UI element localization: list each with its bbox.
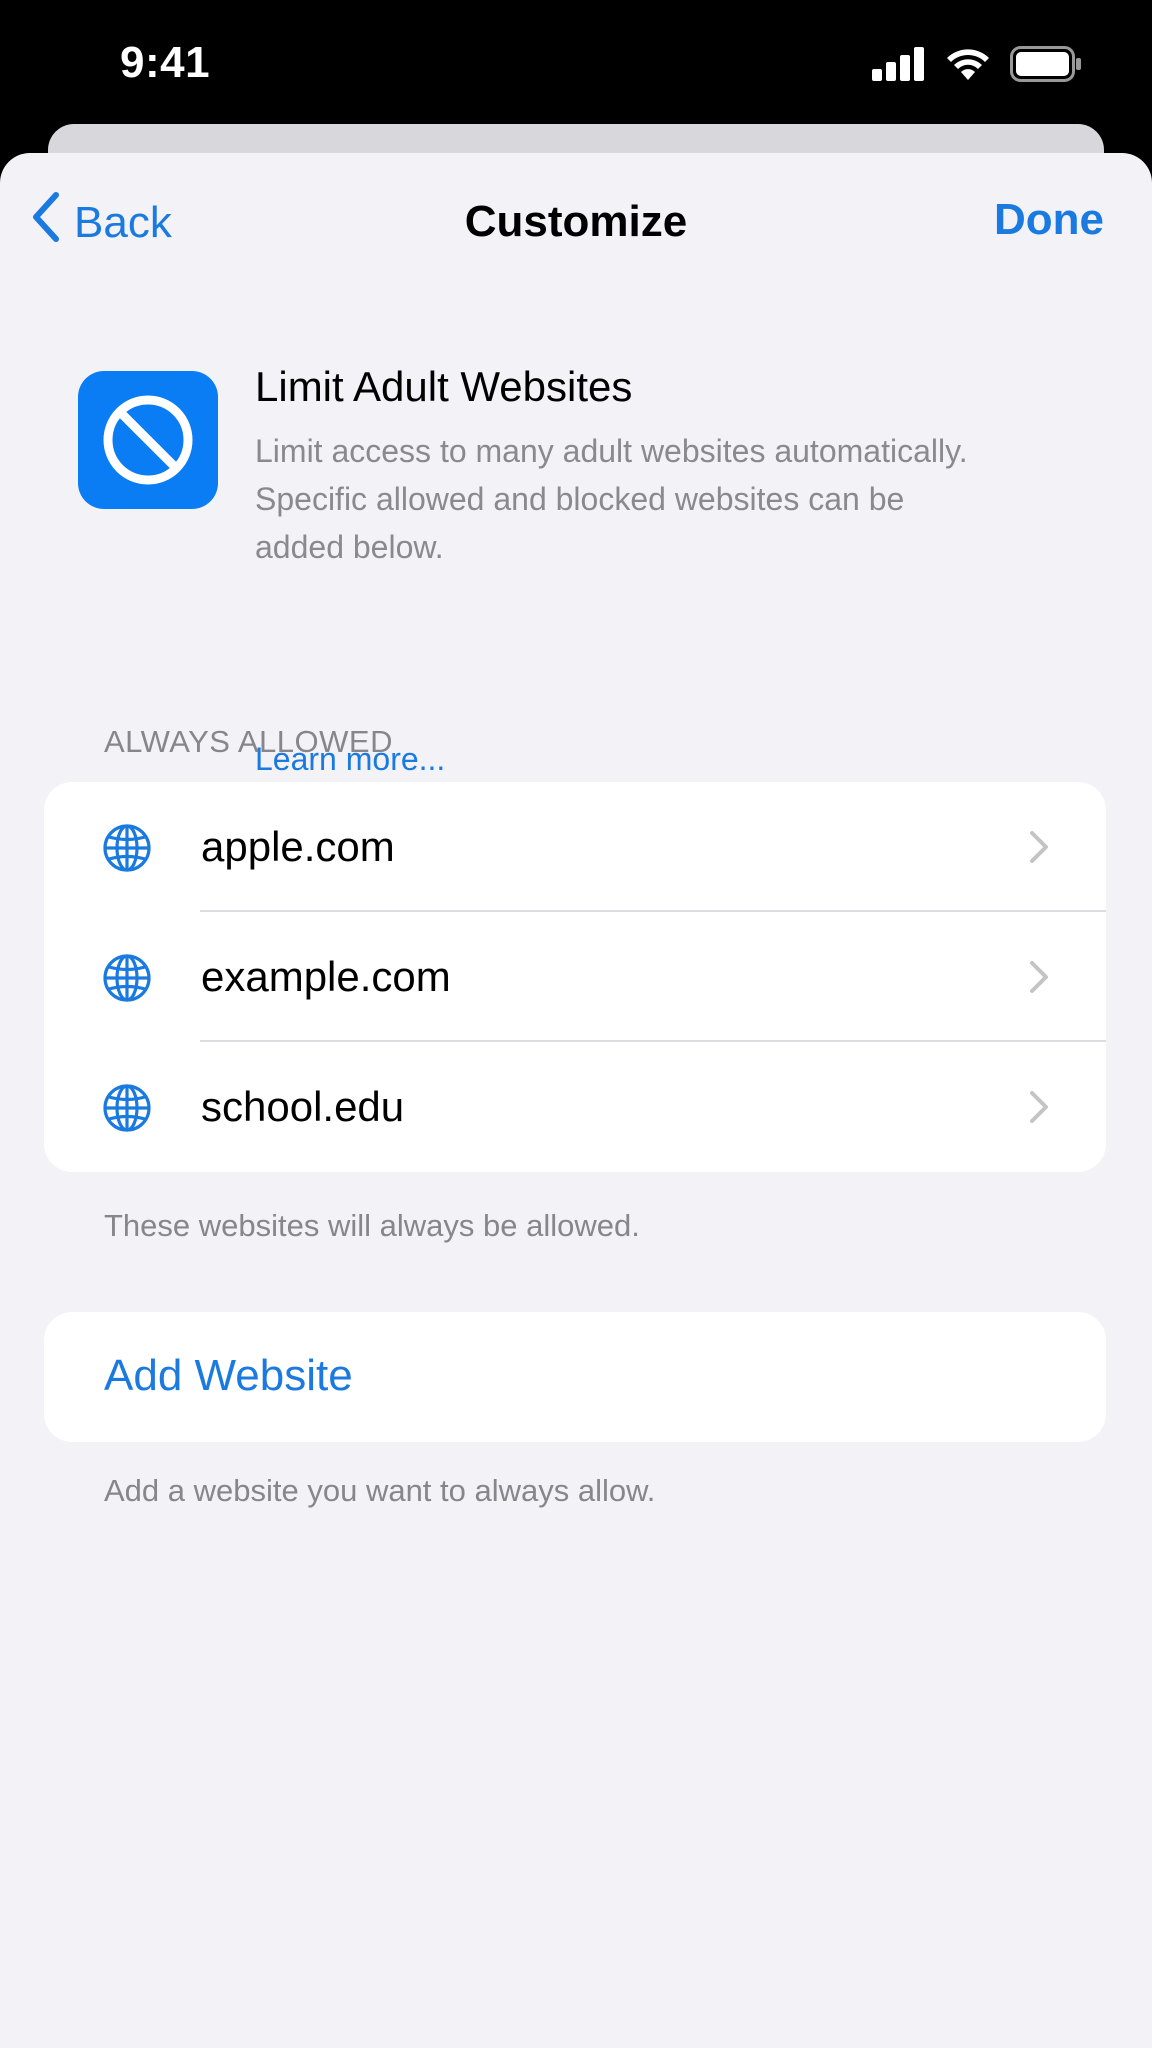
status-time: 9:41 <box>120 38 211 87</box>
battery-icon <box>1010 46 1082 87</box>
customize-sheet: Back Customize Done Limit Adult Websites… <box>0 153 1152 2048</box>
screen: 9:41 Back Customize Done Limit Adult Web… <box>0 0 1152 2048</box>
status-icons <box>872 46 1082 87</box>
list-item[interactable]: apple.com <box>44 782 1106 912</box>
add-website-footer: Add a website you want to always allow. <box>104 1473 656 1508</box>
navigation-bar: Back Customize Done <box>0 153 1152 288</box>
globe-icon <box>102 823 152 873</box>
status-bar: 9:41 <box>0 0 1152 130</box>
globe-icon <box>102 1083 152 1133</box>
website-label: apple.com <box>201 823 395 870</box>
chevron-right-icon <box>1028 829 1050 865</box>
add-website-group: Add Website <box>44 1312 1106 1442</box>
page-title: Customize <box>464 197 688 246</box>
done-button[interactable]: Done <box>994 195 1104 245</box>
chevron-right-icon <box>1028 959 1050 995</box>
chevron-left-icon <box>30 191 60 254</box>
website-label: school.edu <box>201 1083 405 1130</box>
back-label: Back <box>74 197 172 247</box>
list-item[interactable]: school.edu <box>44 1042 1106 1172</box>
add-website-button[interactable]: Add Website <box>104 1351 353 1401</box>
chevron-right-icon <box>1028 1089 1050 1125</box>
feature-title: Limit Adult Websites <box>255 363 633 410</box>
blocked-circle-icon <box>78 371 218 509</box>
website-label: example.com <box>201 953 451 1000</box>
wifi-icon <box>944 46 992 87</box>
back-button[interactable]: Back <box>30 191 172 254</box>
feature-description: Limit access to many adult websites auto… <box>255 433 968 565</box>
always-allowed-list: apple.com example.com school.edu <box>44 782 1106 1172</box>
cellular-signal-icon <box>872 47 926 86</box>
section-header-always-allowed: ALWAYS ALLOWED <box>104 724 393 759</box>
always-allowed-footer: These websites will always be allowed. <box>104 1208 640 1243</box>
globe-icon <box>102 953 152 1003</box>
list-item[interactable]: example.com <box>44 912 1106 1042</box>
